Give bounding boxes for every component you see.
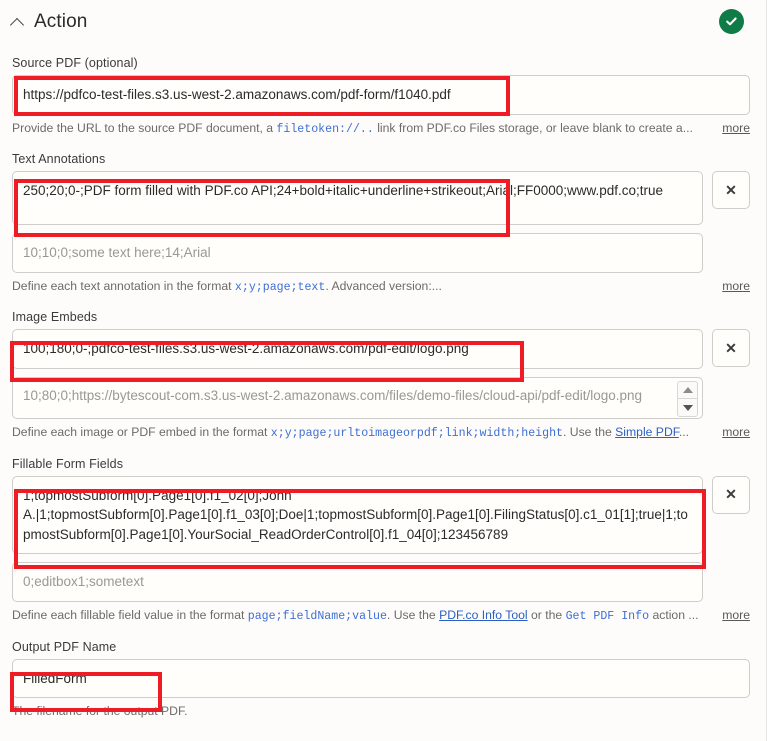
image-embeds-helper: Define each image or PDF embed in the fo… — [12, 424, 689, 442]
output-pdf-name-field: Output PDF Name FilledForm The filename … — [0, 640, 766, 720]
fillable-form-fields-placeholder-row: 0;editbox1;sometext — [12, 562, 750, 602]
action-header[interactable]: Action — [0, 0, 766, 44]
source-pdf-helper-row: Provide the URL to the source PDF docume… — [12, 120, 750, 138]
triangle-down-icon — [682, 404, 693, 411]
fillable-form-fields-label: Fillable Form Fields — [12, 456, 124, 471]
fillable-helper-prefix: Define each fillable field value in the … — [12, 607, 248, 622]
spinner-up-button[interactable] — [678, 382, 697, 400]
chevron-up-icon[interactable] — [10, 14, 26, 30]
source-pdf-input-row: https://pdfco-test-files.s3.us-west-2.am… — [12, 75, 750, 115]
fillable-helper-suffix: action ... — [649, 607, 699, 622]
text-annotations-placeholder-input[interactable]: 10;10;0;some text here;14;Arial — [12, 233, 703, 273]
image-embeds-input[interactable]: 100;180;0-;pdfco-test-files.s3.us-west-2… — [12, 329, 703, 369]
text-annotations-input-row: 250;20;0-;PDF form filled with PDF.co AP… — [12, 171, 750, 226]
image-embeds-helper-suffix: ... — [678, 424, 690, 439]
spinner-down-button[interactable] — [678, 399, 697, 416]
image-embeds-label: Image Embeds — [12, 310, 98, 325]
output-pdf-name-helper: The filename for the output PDF. — [12, 704, 188, 719]
image-embeds-remove-button[interactable]: ✕ — [712, 329, 750, 368]
source-pdf-helper-code: filetoken://.. — [276, 122, 374, 136]
image-embeds-helper-prefix: Define each image or PDF embed in the fo… — [12, 424, 271, 439]
text-annotations-input[interactable]: 250;20;0-;PDF form filled with PDF.co AP… — [12, 171, 703, 226]
output-pdf-name-input[interactable]: FilledForm — [12, 658, 750, 699]
image-embeds-helper-row: Define each image or PDF embed in the fo… — [12, 424, 750, 442]
image-embeds-helper-mid: . Use the — [563, 424, 616, 439]
text-annotations-field: Text Annotations 250;20;0-;PDF form fill… — [0, 152, 766, 295]
fillable-helper-code2: Get PDF Info — [565, 609, 650, 623]
simple-pdf-link[interactable]: Simple PDF — [615, 425, 679, 439]
image-embeds-placeholder-row: 10;80;0;https://bytescout-com.s3.us-west… — [12, 376, 750, 419]
image-embeds-spinner[interactable] — [677, 380, 698, 417]
image-embeds-more-link[interactable]: more — [722, 425, 750, 439]
source-pdf-input[interactable]: https://pdfco-test-files.s3.us-west-2.am… — [12, 75, 750, 115]
text-annotations-helper: Define each text annotation in the forma… — [12, 278, 442, 296]
text-annotations-label: Text Annotations — [12, 152, 106, 167]
pdfco-info-tool-link[interactable]: PDF.co Info Tool — [439, 608, 528, 622]
fillable-form-fields-helper: Define each fillable field value in the … — [12, 607, 699, 625]
check-circle-icon — [719, 9, 744, 34]
text-annotations-remove-button[interactable]: ✕ — [712, 171, 750, 210]
fillable-form-fields-remove-button[interactable]: ✕ — [712, 475, 750, 514]
fillable-form-fields-input-row: 1;topmostSubform[0].Page1[0].f1_02[0];Jo… — [12, 475, 750, 555]
fillable-helper-mid2: or the — [527, 607, 566, 622]
source-pdf-helper-suffix: link from PDF.co Files storage, or leave… — [373, 120, 693, 135]
fillable-form-fields-placeholder-input[interactable]: 0;editbox1;sometext — [12, 562, 703, 602]
source-pdf-field: Source PDF (optional) https://pdfco-test… — [0, 56, 766, 137]
source-pdf-label: Source PDF (optional) — [12, 56, 138, 70]
image-embeds-input-row: 100;180;0-;pdfco-test-files.s3.us-west-2… — [12, 329, 750, 369]
source-pdf-more-link[interactable]: more — [722, 121, 750, 135]
fillable-form-fields-input[interactable]: 1;topmostSubform[0].Page1[0].f1_02[0];Jo… — [12, 475, 703, 555]
output-pdf-name-input-row: FilledForm — [12, 658, 750, 699]
image-embeds-helper-code: x;y;page;urltoimageorpdf;link;width;heig… — [270, 426, 563, 440]
action-panel: Action Source PDF (optional) https://pdf… — [0, 0, 767, 741]
page-title: Action — [34, 11, 88, 32]
image-embeds-placeholder-input[interactable]: 10;80;0;https://bytescout-com.s3.us-west… — [12, 376, 703, 419]
fillable-form-fields-more-link[interactable]: more — [722, 608, 750, 622]
fillable-helper-mid: . Use the — [386, 607, 440, 622]
output-pdf-name-label: Output PDF Name — [12, 639, 117, 654]
image-embeds-field: Image Embeds 100;180;0-;pdfco-test-files… — [0, 310, 766, 441]
triangle-up-icon — [682, 387, 693, 394]
source-pdf-helper: Provide the URL to the source PDF docume… — [12, 120, 693, 138]
text-annotations-helper-prefix: Define each text annotation in the forma… — [12, 278, 235, 293]
source-pdf-helper-prefix: Provide the URL to the source PDF docume… — [12, 120, 277, 135]
text-annotations-placeholder-row: 10;10;0;some text here;14;Arial — [12, 233, 750, 273]
fillable-form-fields-field: Fillable Form Fields 1;topmostSubform[0]… — [0, 457, 766, 625]
output-pdf-name-helper-row: The filename for the output PDF. — [12, 703, 750, 719]
text-annotations-helper-row: Define each text annotation in the forma… — [12, 278, 750, 296]
image-embeds-placeholder-text: 10;80;0;https://bytescout-com.s3.us-west… — [23, 387, 643, 403]
text-annotations-helper-code: x;y;page;text — [234, 280, 326, 294]
text-annotations-more-link[interactable]: more — [722, 279, 750, 293]
text-annotations-helper-suffix: . Advanced version:... — [325, 278, 442, 293]
fillable-form-fields-helper-row: Define each fillable field value in the … — [12, 607, 750, 625]
fillable-helper-code: page;fieldName;value — [247, 609, 387, 623]
